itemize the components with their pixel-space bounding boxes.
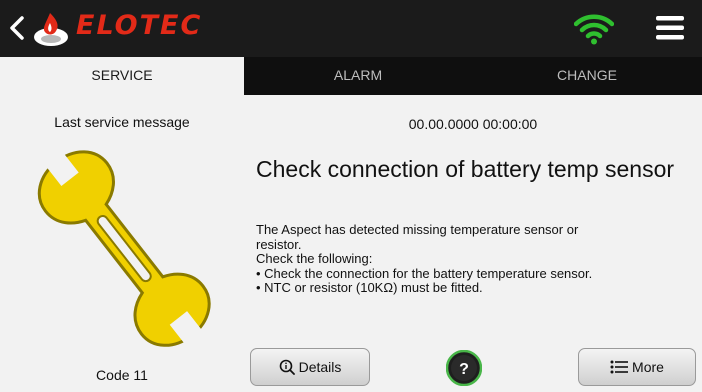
tab-service[interactable]: SERVICE bbox=[0, 57, 244, 95]
service-code-label: Code 11 bbox=[96, 367, 148, 383]
message-line: Check the following: bbox=[256, 251, 373, 266]
help-icon: ? bbox=[459, 361, 469, 378]
last-service-message-label: Last service message bbox=[54, 114, 190, 130]
help-button[interactable]: ? bbox=[446, 350, 482, 386]
more-button[interactable]: More bbox=[578, 348, 696, 386]
details-button-label: Details bbox=[298, 359, 342, 375]
message-title: Check connection of battery temp sensor bbox=[256, 156, 675, 182]
message-line: • NTC or resistor (10KΩ) must be fitted. bbox=[256, 280, 483, 295]
service-message-panel: 00.00.0000 00:00:00 Check connection of … bbox=[244, 95, 702, 392]
info-search-icon bbox=[279, 359, 295, 375]
list-icon bbox=[610, 360, 629, 374]
brand-logo-text: ELOTEC bbox=[76, 10, 203, 41]
tab-bar: SERVICE ALARM CHANGE bbox=[0, 57, 702, 95]
hamburger-menu-icon[interactable] bbox=[655, 14, 685, 42]
tab-alarm[interactable]: ALARM bbox=[244, 57, 472, 95]
details-button[interactable]: Details bbox=[250, 348, 370, 386]
message-body: The Aspect has detected missing temperat… bbox=[256, 222, 696, 296]
elotec-logo-icon bbox=[34, 13, 68, 46]
wifi-icon bbox=[574, 14, 614, 45]
message-line: The Aspect has detected missing temperat… bbox=[256, 222, 579, 237]
top-bar: ELOTEC bbox=[0, 0, 702, 57]
more-button-label: More bbox=[632, 359, 664, 375]
message-line: resistor. bbox=[256, 236, 302, 252]
tab-change[interactable]: CHANGE bbox=[472, 57, 702, 95]
message-timestamp: 00.00.0000 00:00:00 bbox=[408, 116, 538, 132]
service-summary-panel: Last service message Code 11 bbox=[0, 95, 244, 392]
chevron-left-icon[interactable] bbox=[6, 12, 28, 44]
message-line: • Check the connection for the battery t… bbox=[256, 265, 593, 281]
wrench-icon bbox=[37, 148, 211, 349]
